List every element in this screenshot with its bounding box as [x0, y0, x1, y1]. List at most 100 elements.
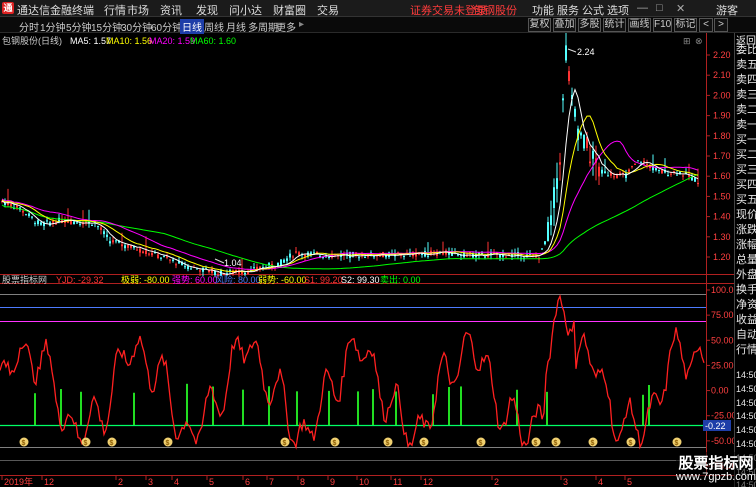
ma10-label: MA10: 1.56 — [106, 36, 152, 46]
minimize-icon[interactable]: — — [637, 2, 648, 14]
menu-bar: 通 通达信金融终端 行情 市场 资讯 发现 问小达 财富圈 交易 证券交易未登录… — [0, 0, 756, 17]
price-tick-label: 1.20 — [713, 252, 731, 262]
toolbar-next-icon[interactable]: > — [714, 18, 728, 32]
svg-text:$: $ — [422, 440, 426, 447]
candle — [544, 240, 546, 246]
biaoji-button[interactable]: 标记 — [674, 18, 697, 32]
menu-item-zixun[interactable]: 资讯 — [160, 2, 182, 18]
signal-bar — [395, 391, 397, 425]
jiruo-label: 极弱: -80.00 — [121, 274, 170, 285]
side-label: 买五 — [736, 194, 756, 206]
price-tick-label: 1.60 — [713, 171, 731, 181]
fuquan-button[interactable]: 复权 — [528, 18, 551, 32]
side-label: 卖二 — [736, 104, 756, 116]
period-fenshi[interactable]: 分时 — [19, 19, 39, 34]
menu-item-gongshi[interactable]: 公式 — [582, 2, 604, 18]
huaxian-button[interactable]: 画线 — [628, 18, 651, 32]
indicator-tick-label: 0.00 — [711, 386, 729, 396]
indicator-title: 股票指标网 — [2, 274, 47, 285]
side-label: 买二 — [736, 149, 756, 161]
f10-button[interactable]: F10 — [653, 18, 672, 32]
candle — [607, 171, 609, 177]
menu-item-fuwu[interactable]: 服务 — [557, 2, 579, 18]
signal-bar — [133, 392, 135, 425]
menu-item-gongneng[interactable]: 功能 — [532, 2, 554, 18]
time-label: 2019年 — [4, 476, 33, 487]
candle — [505, 255, 507, 258]
signal-bar — [546, 391, 548, 425]
candle — [208, 269, 210, 274]
candle — [196, 268, 198, 270]
side-time: 14:50 — [736, 397, 756, 408]
signal-bars — [34, 383, 650, 425]
candle — [373, 255, 375, 260]
ma20-label: MA20: 1.59 — [149, 36, 195, 46]
candle — [583, 134, 585, 152]
period-30min[interactable]: 30分钟 — [121, 19, 152, 34]
period-daily[interactable]: 日线 — [180, 19, 204, 34]
candle — [637, 160, 639, 162]
candle — [427, 242, 429, 259]
watermark: 股票指标网 www.7gpzb.com — [676, 452, 756, 487]
period-5min[interactable]: 5分钟 — [66, 19, 92, 34]
menu-item-caifuquan[interactable]: 财富圈 — [273, 2, 306, 18]
period-60min[interactable]: 60分钟 — [151, 19, 182, 34]
side-label: 现价 — [736, 209, 756, 221]
maximize-icon[interactable]: □ — [656, 2, 663, 14]
menu-item-xuanxiang[interactable]: 选项 — [607, 2, 629, 18]
candle — [697, 168, 699, 187]
price-axis-ticks: 2.20 2.10 2.00 1.90 1.80 1.70 1.60 1.50 1.40 1.30… — [706, 50, 731, 262]
pane-close-icon[interactable]: ⊗ — [695, 36, 703, 46]
period-more[interactable]: 更多 — [276, 19, 296, 34]
user-label[interactable]: 游客 — [716, 2, 738, 18]
pane-expand-icon[interactable]: ⊞ — [683, 36, 691, 46]
period-15min[interactable]: 15分钟 — [91, 19, 122, 34]
period-1min[interactable]: 1分钟 — [40, 19, 66, 34]
indicator-tick-label: 50.00 — [711, 335, 734, 345]
diejia-button[interactable]: 叠加 — [553, 18, 576, 32]
svg-text:$: $ — [166, 440, 170, 447]
candle — [547, 216, 549, 242]
side-label: 总量 — [736, 254, 756, 266]
watermark-url: www.7gpzb.com — [676, 471, 756, 483]
side-label: 买三 — [736, 164, 756, 176]
watermark-title: 股票指标网 — [678, 455, 754, 472]
candle — [550, 200, 552, 236]
ruoshi-label: 弱势: -60.00 — [258, 274, 307, 285]
menu-item-jiaoyi[interactable]: 交易 — [317, 2, 339, 18]
duogu-button[interactable]: 多股 — [578, 18, 601, 32]
side-time: 14:50 — [736, 411, 756, 422]
menu-item-faxian[interactable]: 发现 — [196, 2, 218, 18]
candle — [346, 249, 348, 259]
candle — [289, 249, 291, 261]
signal-bar — [60, 389, 62, 425]
side-label: 买四 — [736, 179, 756, 191]
close-icon[interactable]: ✕ — [676, 2, 685, 15]
candle — [469, 251, 471, 258]
signal-bar — [372, 389, 374, 425]
period-multi[interactable]: 多周期 — [248, 19, 278, 34]
more-arrow-icon[interactable]: ▸ — [299, 19, 304, 30]
period-monthly[interactable]: 月线 — [226, 19, 246, 34]
indicator-tick-label: -25.00 — [711, 411, 734, 421]
s1-label: S1: 99.20 — [304, 275, 343, 285]
side-label: 卖四 — [736, 74, 756, 86]
menu-item-wenxiaoda[interactable]: 问小达 — [229, 2, 262, 18]
signal-bar — [648, 384, 650, 425]
menu-item-hangqing[interactable]: 行情 — [104, 2, 126, 18]
ma5-line — [1, 88, 699, 276]
time-label: 3 — [563, 477, 568, 487]
menu-item-shichang[interactable]: 市场 — [127, 2, 149, 18]
money-bag-icon: $ — [107, 437, 117, 447]
price-tick-label: 1.80 — [713, 131, 731, 141]
period-weekly[interactable]: 周线 — [204, 19, 224, 34]
candle — [142, 250, 144, 254]
candle — [7, 188, 9, 208]
stock-name: 包钢股份 — [473, 5, 517, 17]
toolbar-prev-icon[interactable]: < — [699, 18, 713, 32]
side-label: 卖三 — [736, 89, 756, 101]
tongji-button[interactable]: 统计 — [603, 18, 626, 32]
chart-area[interactable]: 2.20 2.10 2.00 1.90 1.80 1.70 1.60 1.50 1.40 1.30… — [0, 33, 734, 487]
candle — [682, 174, 684, 180]
candle — [91, 224, 93, 227]
